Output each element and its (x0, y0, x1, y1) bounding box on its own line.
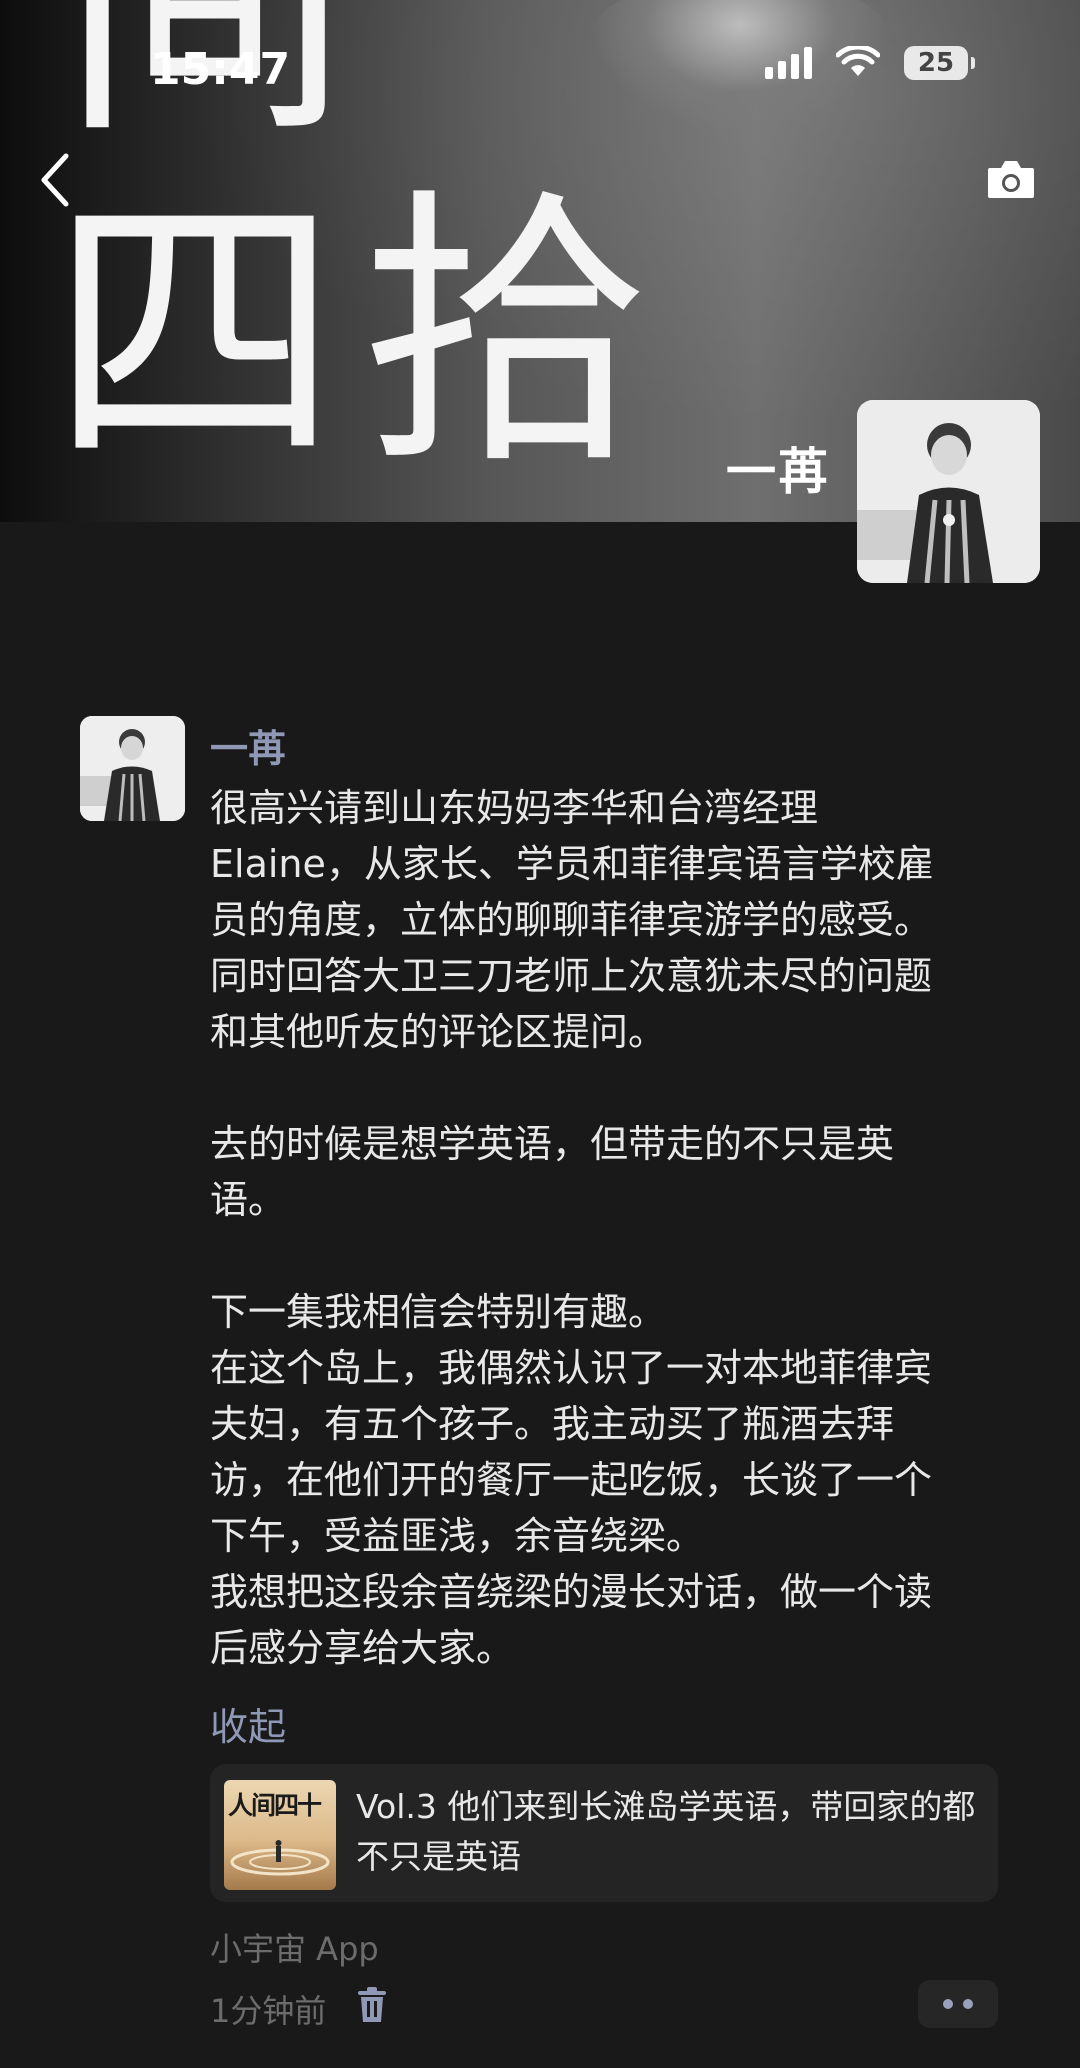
camera-icon[interactable] (986, 158, 1036, 200)
more-dot (963, 1999, 973, 2009)
battery-icon: 25 (904, 46, 975, 80)
wifi-icon (836, 46, 880, 76)
collapse-link[interactable]: 收起 (210, 1696, 286, 1751)
avatar[interactable] (80, 716, 185, 821)
comment-time: 1分钟前 (210, 1992, 327, 2030)
more-dots-icon[interactable] (918, 1980, 998, 2028)
signal-icon (765, 47, 812, 79)
status-icons: 25 (765, 46, 975, 80)
cover-title-line1: 间 (60, 0, 360, 173)
comment-author-name[interactable]: 一苒 (210, 718, 286, 773)
episode-card[interactable]: 人间四十 Vol.3 他们来到长滩岛学英语，带回家的都不只是英语 (210, 1764, 998, 1902)
episode-title: Vol.3 他们来到长滩岛学英语，带回家的都不只是英语 (356, 1787, 976, 1876)
cover-author: 一苒 (726, 443, 830, 501)
trash-icon[interactable] (356, 1986, 388, 2024)
episode-thumbnail: 人间四十 (224, 1780, 336, 1890)
cover-title-line2: 四拾 (50, 166, 670, 503)
author-cover-photo (857, 400, 1040, 583)
status-time: 15:47 (150, 44, 291, 95)
more-dot (943, 1999, 953, 2009)
comment-body: 很高兴请到山东妈妈李华和台湾经理 Elaine，从家长、学员和菲律宾语言学校雇 … (210, 786, 934, 1670)
source-label: 小宇宙 App (210, 1930, 379, 1968)
chevron-left-icon[interactable] (36, 150, 76, 210)
